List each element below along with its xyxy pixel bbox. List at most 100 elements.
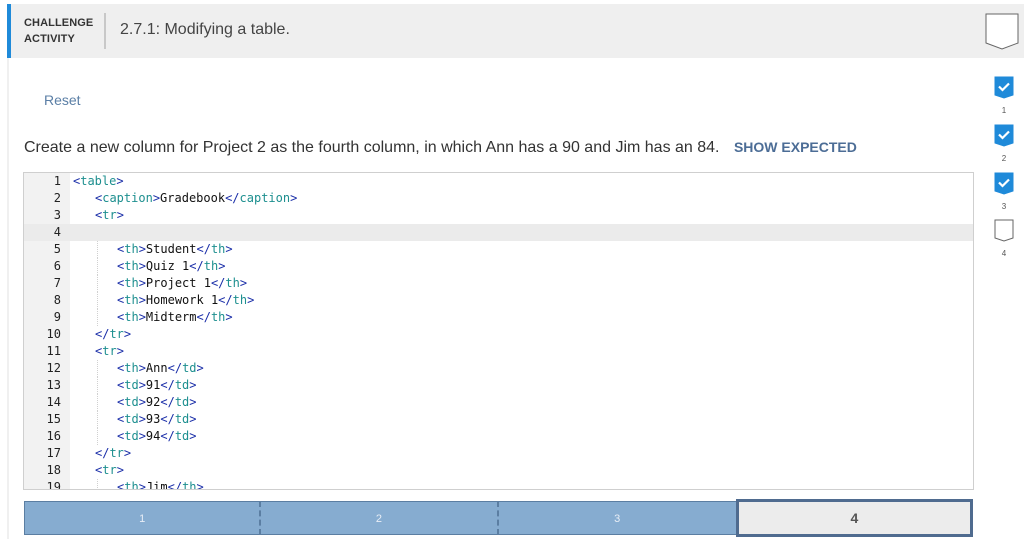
level-2-button[interactable]: 2 bbox=[261, 501, 499, 535]
html-tag-token: </ bbox=[167, 361, 183, 375]
html-tag-token: > bbox=[116, 174, 124, 188]
code-line[interactable]: 12 <th>Ann</td> bbox=[24, 360, 973, 377]
html-tag-token: </ bbox=[196, 310, 211, 324]
code-line[interactable]: 2 <caption>Gradebook</caption> bbox=[24, 190, 973, 207]
code-text: <table> bbox=[73, 173, 124, 190]
checkmark-badge-icon bbox=[994, 124, 1014, 147]
code-line[interactable]: 6 <th>Quiz 1</th> bbox=[24, 258, 973, 275]
html-tag-token: > bbox=[225, 310, 233, 324]
code-text: <caption>Gradebook</caption> bbox=[95, 190, 297, 207]
html-tag-token: td bbox=[124, 429, 139, 443]
code-line[interactable]: 14 <td>92</td> bbox=[24, 394, 973, 411]
line-number: 3 bbox=[53, 208, 61, 222]
html-tag-token: </ bbox=[210, 276, 226, 290]
html-tag-token: th bbox=[124, 361, 139, 375]
html-tag-token: > bbox=[218, 259, 226, 273]
code-line[interactable]: 5 <th>Student</th> bbox=[24, 241, 973, 258]
code-text: </tr> bbox=[95, 326, 131, 343]
code-line[interactable]: 3 <tr> bbox=[24, 207, 973, 224]
indent-guide bbox=[97, 275, 98, 292]
code-text: <td>92</td> bbox=[117, 394, 197, 411]
text-content: Student bbox=[145, 242, 197, 256]
html-tag-token: > bbox=[138, 395, 146, 409]
code-line[interactable]: 8 <th>Homework 1</th> bbox=[24, 292, 973, 309]
text-content: Ann bbox=[145, 361, 168, 375]
level-3-button[interactable]: 3 bbox=[498, 501, 736, 535]
html-tag-token: th bbox=[210, 242, 226, 256]
line-number: 1 bbox=[53, 174, 61, 188]
line-number: 14 bbox=[46, 395, 61, 409]
line-number: 17 bbox=[46, 446, 61, 460]
code-line[interactable]: 16 <td>94</td> bbox=[24, 428, 973, 445]
html-tag-token: tr bbox=[102, 208, 117, 222]
progress-step-1: 1 bbox=[993, 76, 1015, 115]
html-tag-token: td bbox=[174, 429, 190, 443]
html-tag-token: tr bbox=[109, 446, 124, 460]
html-tag-token: > bbox=[152, 191, 161, 205]
indent-guide bbox=[97, 479, 98, 489]
html-tag-token: > bbox=[189, 378, 197, 392]
indent-guide bbox=[97, 377, 98, 394]
html-tag-token: </ bbox=[189, 259, 204, 273]
text-content: 94 bbox=[145, 429, 161, 443]
html-tag-token: > bbox=[138, 361, 146, 375]
line-number: 2 bbox=[53, 191, 61, 205]
code-line[interactable]: 19 <th>Jim</th> bbox=[24, 479, 973, 490]
code-line[interactable]: 18 <tr> bbox=[24, 462, 973, 479]
html-tag-token: > bbox=[138, 429, 146, 443]
text-content: Midterm bbox=[145, 310, 197, 324]
show-expected-button[interactable]: SHOW EXPECTED bbox=[734, 139, 857, 155]
html-tag-token: </ bbox=[218, 293, 233, 307]
html-tag-token: caption bbox=[239, 191, 291, 205]
code-line[interactable]: 7 <th>Project 1</th> bbox=[24, 275, 973, 292]
html-tag-token: </ bbox=[160, 412, 175, 426]
code-line[interactable]: 10 </tr> bbox=[24, 326, 973, 343]
line-number: 4 bbox=[53, 225, 61, 239]
code-line[interactable]: 17 </tr> bbox=[24, 445, 973, 462]
code-text: <tr> bbox=[95, 343, 124, 360]
html-tag-token: </ bbox=[160, 395, 175, 409]
code-text: <td>93</td> bbox=[117, 411, 197, 428]
code-text: <th>Ann</td> bbox=[117, 360, 204, 377]
code-line[interactable]: 13 <td>91</td> bbox=[24, 377, 973, 394]
html-tag-token: > bbox=[138, 480, 146, 490]
html-tag-token: > bbox=[225, 242, 233, 256]
code-editor[interactable]: 1 <table> 2 <caption>Gradebook</caption> 3 <t… bbox=[23, 172, 974, 490]
code-line[interactable]: 9 <th>Midterm</th> bbox=[24, 309, 973, 326]
html-tag-token: td bbox=[174, 412, 190, 426]
html-tag-token: > bbox=[189, 429, 197, 443]
code-line[interactable]: 1 <table> bbox=[24, 173, 973, 190]
progress-step-2: 2 bbox=[993, 124, 1015, 163]
html-tag-token: > bbox=[123, 327, 132, 341]
activity-type-line2: ACTIVITY bbox=[24, 33, 75, 45]
code-line[interactable]: 11 <tr> bbox=[24, 343, 973, 360]
html-tag-token: </ bbox=[95, 446, 110, 460]
level-4-button[interactable]: 4 bbox=[735, 499, 973, 537]
progress-step-number: 4 bbox=[1001, 249, 1007, 258]
activity-type-label: CHALLENGE ACTIVITY bbox=[24, 15, 93, 47]
html-tag-token: tr bbox=[109, 327, 124, 341]
html-tag-token: th bbox=[124, 259, 139, 273]
html-tag-token: </ bbox=[95, 327, 110, 341]
code-text: <th>Homework 1</th> bbox=[117, 292, 254, 309]
header-divider bbox=[104, 13, 106, 49]
code-line[interactable]: 4 bbox=[24, 224, 973, 241]
code-text: </tr> bbox=[95, 445, 131, 462]
html-tag-token: td bbox=[124, 395, 139, 409]
code-line[interactable]: 15 <td>93</td> bbox=[24, 411, 973, 428]
indent-guide bbox=[97, 394, 98, 411]
html-tag-token: td bbox=[124, 378, 139, 392]
line-number: 11 bbox=[46, 344, 61, 358]
html-tag-token: td bbox=[182, 361, 197, 375]
indent-guide bbox=[97, 411, 98, 428]
line-number: 6 bbox=[53, 259, 61, 273]
level-1-button[interactable]: 1 bbox=[24, 501, 262, 535]
code-text: <th>Midterm</th> bbox=[117, 309, 233, 326]
html-tag-token: th bbox=[182, 480, 197, 490]
reset-button[interactable]: Reset bbox=[44, 92, 81, 108]
text-content: Gradebook bbox=[160, 191, 226, 205]
html-tag-token: > bbox=[196, 361, 204, 375]
html-tag-token: td bbox=[124, 412, 139, 426]
progress-step-4: 4 bbox=[993, 219, 1015, 258]
code-text: <tr> bbox=[95, 207, 124, 224]
